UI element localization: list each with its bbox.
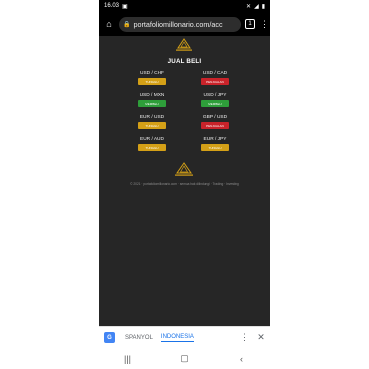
url-text: portafoliomillonario.com/acc	[133, 19, 223, 29]
pair-gbp-usd: GBP / USD PENJUALAN	[200, 115, 230, 129]
home-icon[interactable]: ⌂	[103, 18, 115, 30]
phone-screen: 16.03 ▣ ✕ ◢ ▮ ⌂ 🔒 portafoliomillonario.c…	[99, 0, 270, 369]
page-title: JUAL BELI	[167, 58, 202, 65]
home-button-icon[interactable]: ▢	[179, 353, 191, 364]
back-icon[interactable]: ‹	[236, 354, 248, 364]
browser-toolbar: ⌂ 🔒 portafoliomillonario.com/acc 1 ⋮	[99, 12, 270, 36]
signal-badge[interactable]: MEMBELI	[138, 100, 166, 107]
browser-menu-icon[interactable]: ⋮	[260, 19, 269, 29]
lang-target[interactable]: INDONESIA	[160, 334, 194, 342]
pair-label: EUR / USD	[139, 115, 165, 120]
pair-usd-chf: USD / CHF TUNGGU	[137, 71, 167, 85]
clock: 16.03	[104, 3, 120, 9]
tabs-button[interactable]: 1	[245, 19, 255, 29]
pair-usd-jpy: USD / JPY MEMBELI	[200, 93, 230, 107]
more-options-icon[interactable]: ⋮	[240, 332, 249, 343]
status-bar: 16.03 ▣ ✕ ◢ ▮	[99, 0, 270, 12]
google-translate-icon[interactable]: G	[104, 332, 115, 343]
signal-badge[interactable]: TUNGGU	[138, 78, 166, 85]
footer-text: © 2021 · portafoliomillonario.com · semu…	[130, 182, 239, 186]
signal-badge[interactable]: TUNGGU	[138, 122, 166, 129]
signal-badge[interactable]: MEMBELI	[201, 100, 229, 107]
pair-eur-usd: EUR / USD TUNGGU	[137, 115, 167, 129]
lang-source[interactable]: SPANYOL	[125, 335, 153, 341]
android-nav-bar: ||| ▢ ‹	[99, 348, 270, 369]
pair-label: GBP / USD	[202, 115, 228, 120]
pair-usd-cad: USD / CAD PENJUALAN	[200, 71, 230, 85]
pair-label: EUR / JPY	[203, 137, 227, 142]
pair-label: USD / CAD	[202, 71, 228, 76]
image-icon: ▣	[122, 3, 128, 10]
lock-icon: 🔒	[123, 21, 131, 28]
close-icon[interactable]: ✕	[257, 332, 265, 343]
pair-label: USD / CHF	[140, 71, 164, 76]
pair-label: USD / JPY	[203, 93, 227, 98]
signal-badge[interactable]: PENJUALAN	[201, 122, 229, 129]
signal-icon: ◢	[254, 3, 259, 10]
signal-badge[interactable]: TUNGGU	[138, 144, 166, 151]
pair-usd-mxn: USD / MXN MEMBELI	[137, 93, 167, 107]
signal-badge[interactable]: PENJUALAN	[201, 78, 229, 85]
battery-icon: ▮	[261, 3, 265, 10]
footer-logo-icon	[175, 162, 193, 176]
web-page: JUAL BELI USD / CHF TUNGGU USD / CAD PEN…	[99, 36, 270, 326]
pair-label: USD / MXN	[139, 93, 165, 98]
pair-eur-aud: EUR / AUD TUNGGU	[137, 137, 167, 151]
address-bar[interactable]: 🔒 portafoliomillonario.com/acc	[119, 16, 241, 32]
pair-eur-jpy: EUR / JPY TUNGGU	[200, 137, 230, 151]
pair-label: EUR / AUD	[140, 137, 164, 142]
signal-badge[interactable]: TUNGGU	[201, 144, 229, 151]
translate-bar: G SPANYOL INDONESIA ⋮ ✕	[99, 326, 270, 348]
logo-icon	[176, 38, 192, 51]
recent-apps-icon[interactable]: |||	[122, 354, 134, 364]
mute-icon: ✕	[246, 3, 252, 10]
